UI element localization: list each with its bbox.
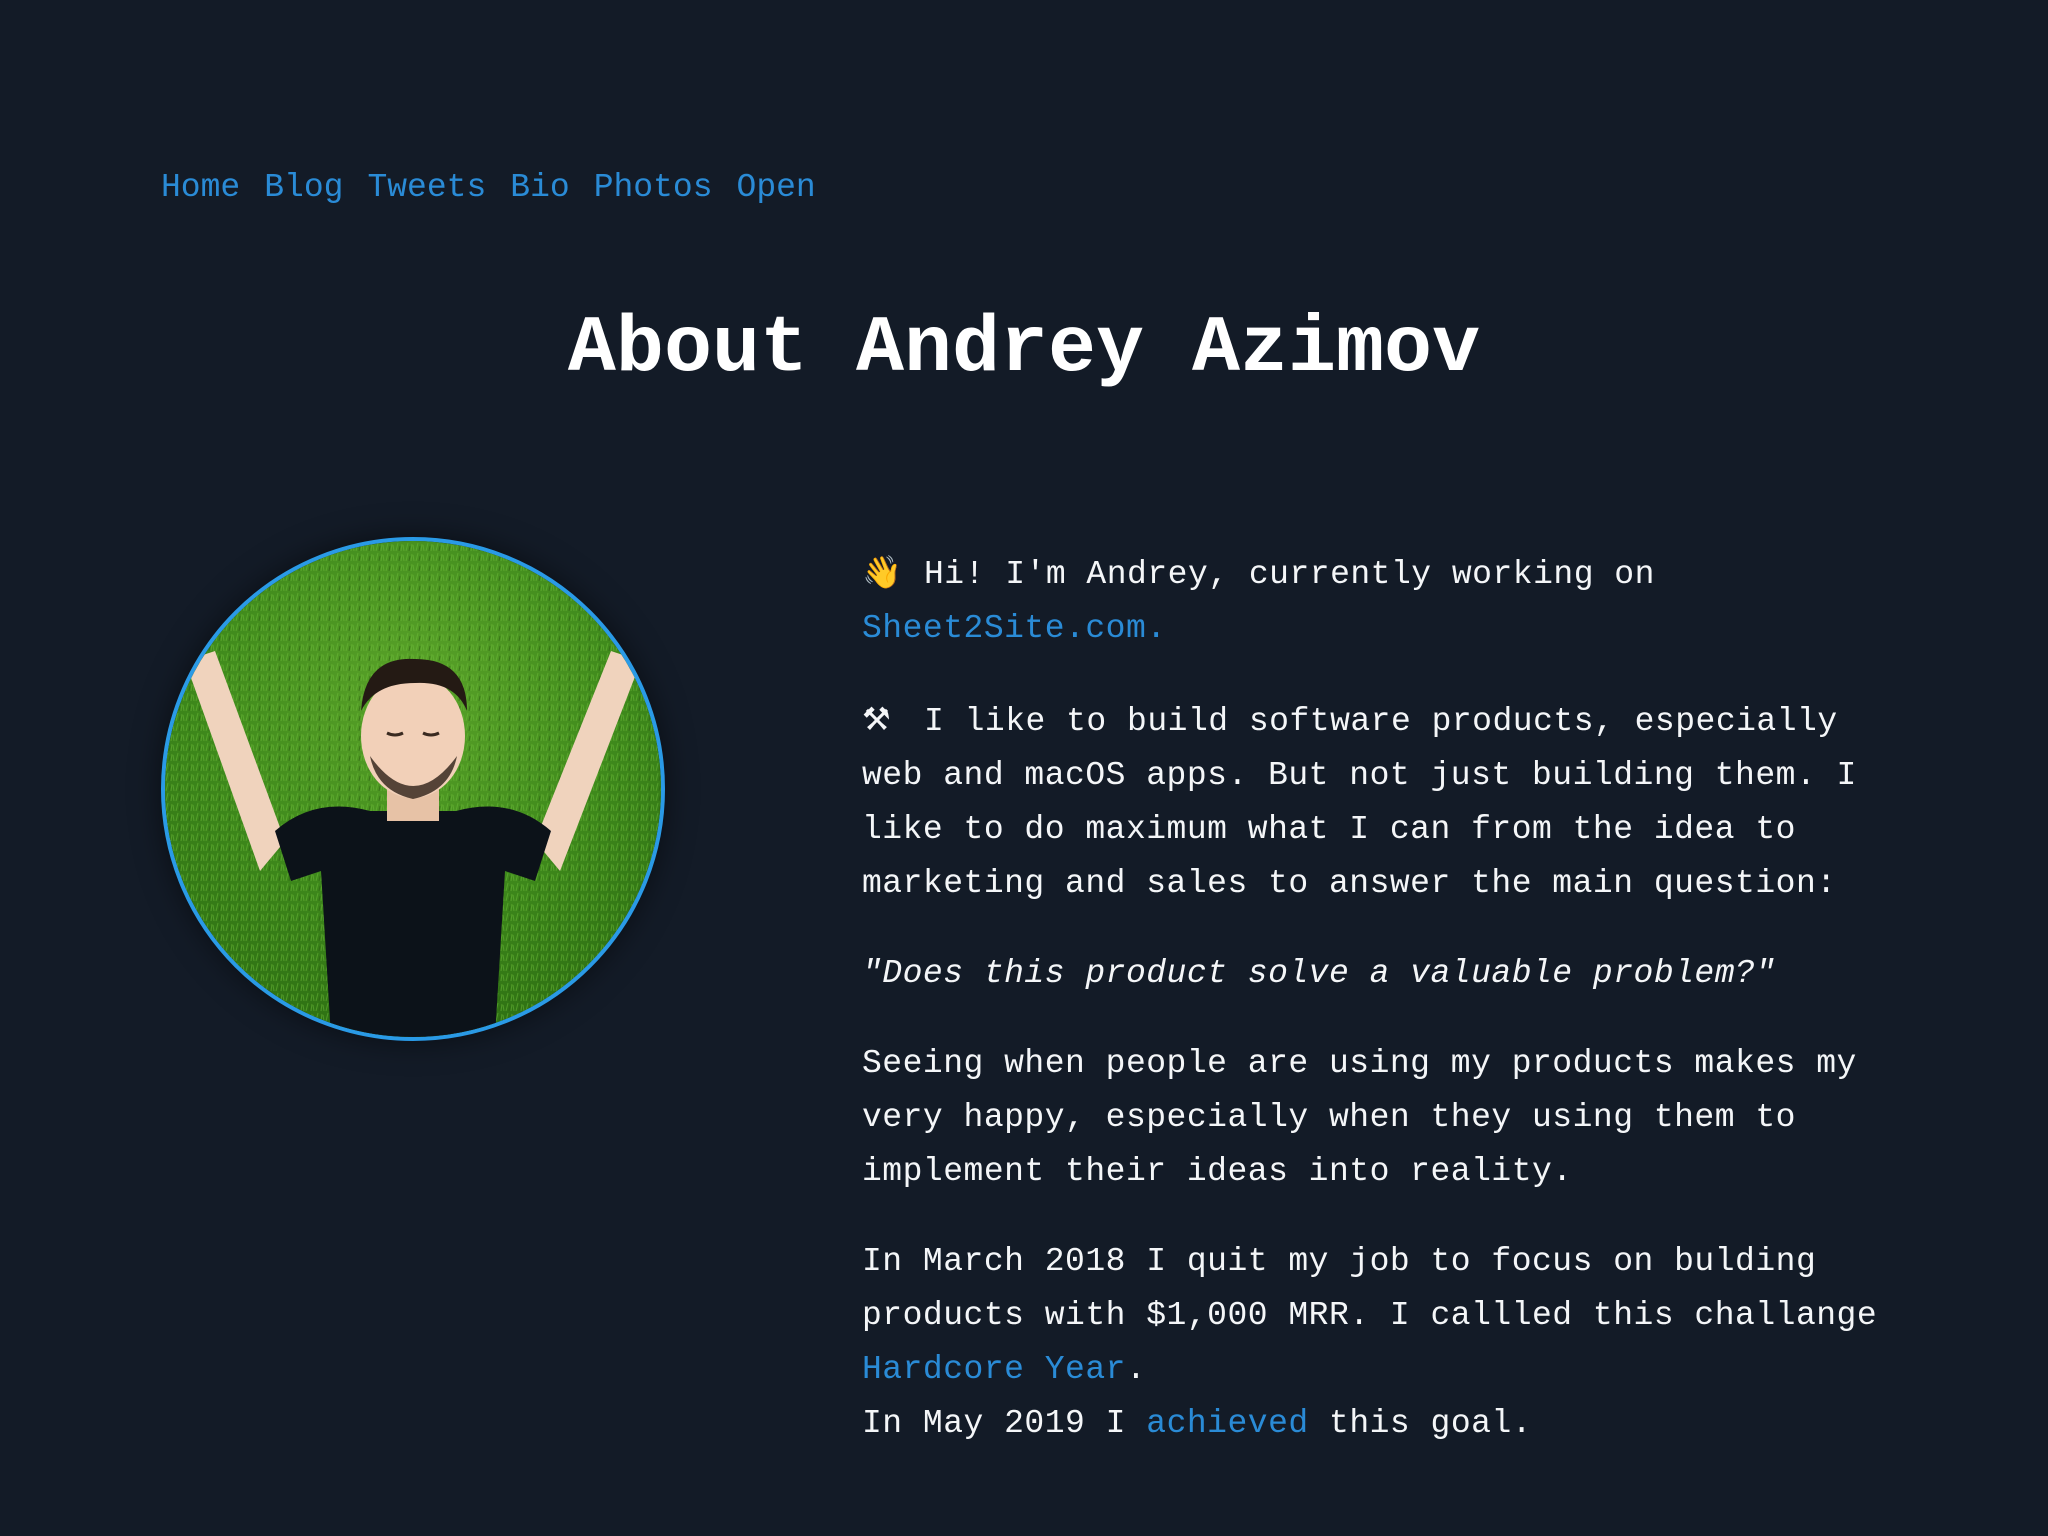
waving-hand-icon: 👋	[862, 553, 903, 591]
nav-open-link[interactable]: Open	[737, 166, 816, 210]
build-paragraph: ⚒ I like to build software products, espe…	[862, 692, 1912, 911]
may-text-end: this goal.	[1329, 1405, 1533, 1442]
march-paragraph: In March 2018 I quit my job to focus on …	[862, 1235, 1912, 1397]
build-text: I like to build software products, espec…	[862, 703, 1857, 902]
nav-photos-link[interactable]: Photos	[594, 166, 713, 210]
top-nav: Home Blog Tweets Bio Photos Open	[161, 166, 816, 210]
hammer-and-wrench-icon: ⚒	[862, 700, 892, 738]
may-paragraph: In May 2019 I achieved this goal.	[862, 1397, 1912, 1451]
may-text: In May 2019 I	[862, 1405, 1126, 1442]
hardcore-year-link[interactable]: Hardcore Year	[862, 1351, 1126, 1388]
happy-paragraph: Seeing when people are using my products…	[862, 1045, 1857, 1190]
march-text: In March 2018 I quit my job to focus on …	[862, 1243, 1878, 1334]
intro-text: Hi! I'm Andrey, currently working on	[924, 556, 1655, 593]
avatar-photo	[165, 541, 661, 1037]
avatar	[161, 537, 665, 1041]
nav-tweets-link[interactable]: Tweets	[367, 166, 486, 210]
page-title: About Andrey Azimov	[567, 304, 1481, 395]
nav-home-link[interactable]: Home	[161, 166, 240, 210]
quote-paragraph: "Does this product solve a valuable prob…	[862, 955, 1776, 992]
achieved-link[interactable]: achieved	[1146, 1405, 1308, 1442]
nav-blog-link[interactable]: Blog	[264, 166, 343, 210]
intro-paragraph: 👋 Hi! I'm Andrey, currently working on Sh…	[862, 545, 1912, 656]
sheet2site-link[interactable]: Sheet2Site.com.	[862, 610, 1167, 647]
march-text-end: .	[1125, 1351, 1147, 1388]
nav-bio-link[interactable]: Bio	[510, 166, 569, 210]
bio-content: 👋 Hi! I'm Andrey, currently working on Sh…	[862, 545, 1912, 1451]
